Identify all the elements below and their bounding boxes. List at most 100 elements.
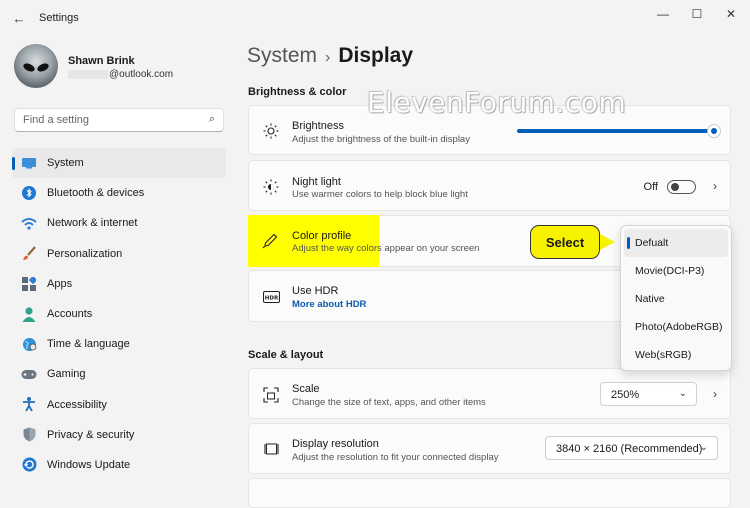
breadcrumb-parent-link[interactable]: System — [247, 44, 317, 67]
sidebar-item-gaming[interactable]: Gaming — [12, 359, 226, 389]
search-input[interactable]: Find a setting ⌕ — [14, 108, 224, 132]
close-icon: ✕ — [725, 7, 737, 21]
color-profile-option[interactable]: Native — [624, 285, 728, 313]
sidebar-item-accessibility[interactable]: Accessibility — [12, 390, 226, 420]
profile-email-row: @outlook.com — [68, 69, 173, 80]
app-title: Settings — [39, 12, 79, 24]
sidebar-item-personalization[interactable]: Personalization — [12, 239, 226, 269]
wifi-icon — [21, 215, 37, 231]
avatar-eye — [22, 61, 36, 74]
color-profile-option[interactable]: Defualt — [624, 229, 728, 257]
resolution-subtitle: Adjust the resolution to fit your connec… — [292, 452, 499, 463]
night-light-toggle[interactable] — [667, 180, 696, 194]
section-title-brightness-color: Brightness & color — [248, 86, 347, 98]
sidebar-item-label: Network & internet — [47, 217, 138, 230]
sidebar-item-system[interactable]: System — [12, 148, 226, 179]
sidebar-item-accounts[interactable]: Accounts — [12, 299, 226, 329]
sidebar-item-label: Windows Update — [47, 458, 131, 471]
sidebar-item-label: Privacy & security — [47, 428, 135, 441]
resolution-icon — [261, 439, 281, 459]
callout-pointer — [598, 233, 615, 251]
resolution-dropdown-value: 3840 × 2160 (Recommended) — [556, 443, 703, 455]
color-profile-option[interactable]: Web(sRGB) — [624, 341, 728, 369]
apps-icon — [21, 276, 37, 292]
brush-icon — [21, 246, 37, 262]
sidebar-item-network[interactable]: Network & internet — [12, 208, 226, 238]
breadcrumb: System › Display — [247, 44, 413, 68]
globe-icon — [21, 336, 37, 352]
night-light-toggle-label: Off — [643, 181, 658, 193]
section-title-scale-layout: Scale & layout — [248, 349, 324, 361]
maximize-icon: ☐ — [691, 7, 703, 21]
sidebar-item-time-language[interactable]: Time & language — [12, 329, 226, 359]
next-setting-card — [248, 478, 731, 508]
page-title: Display — [338, 44, 414, 67]
watermark: ElevenForum.com — [367, 86, 627, 119]
search-placeholder: Find a setting — [23, 114, 90, 126]
chevron-down-icon: ⌄ — [678, 388, 687, 399]
maximize-button[interactable]: ☐ — [680, 4, 714, 24]
breadcrumb-separator: › — [325, 49, 331, 66]
scale-subtitle: Change the size of text, apps, and other… — [292, 397, 486, 408]
bluetooth-icon — [21, 185, 37, 201]
select-callout: Select — [530, 225, 600, 259]
sidebar-item-label: Accessibility — [47, 398, 107, 411]
sidebar-item-label: System — [47, 157, 84, 170]
sidebar-item-label: Accounts — [47, 308, 93, 321]
close-button[interactable]: ✕ — [714, 4, 748, 24]
sidebar-item-label: Apps — [47, 277, 73, 290]
scale-dropdown-value: 250% — [611, 389, 640, 401]
sidebar-item-label: Gaming — [47, 368, 86, 381]
brightness-title: Brightness — [292, 120, 344, 132]
resolution-dropdown[interactable]: 3840 × 2160 (Recommended) ⌄ — [545, 436, 718, 460]
brightness-slider-thumb[interactable] — [707, 124, 721, 138]
update-icon — [21, 457, 37, 473]
hdr-icon: HDR — [261, 287, 281, 307]
scale-dropdown[interactable]: 250% ⌄ — [600, 382, 697, 406]
svg-text:HDR: HDR — [264, 296, 278, 302]
sidebar-item-bluetooth[interactable]: Bluetooth & devices — [12, 178, 226, 208]
hdr-title: Use HDR — [292, 285, 339, 297]
chevron-right-icon[interactable]: › — [713, 179, 717, 193]
display-resolution-card: Display resolution Adjust the resolution… — [248, 423, 731, 474]
color-profile-option[interactable]: Movie(DCI-P3) — [624, 257, 728, 285]
profile-email: @outlook.com — [109, 69, 174, 80]
sidebar-item-windows-update[interactable]: Windows Update — [12, 450, 226, 480]
shield-icon — [21, 427, 37, 443]
color-profile-options-popup: Defualt Movie(DCI-P3) Native Photo(Adobe… — [620, 225, 732, 371]
back-arrow-icon: ← — [12, 10, 26, 26]
back-button[interactable]: ← — [9, 8, 29, 28]
brightness-slider-track[interactable] — [517, 129, 713, 133]
brightness-subtitle: Adjust the brightness of the built-in di… — [292, 134, 470, 145]
night-light-icon — [261, 177, 281, 197]
sidebar-nav: System Bluetooth & devices Network & int… — [12, 148, 226, 480]
sidebar-item-privacy-security[interactable]: Privacy & security — [12, 420, 226, 450]
resolution-title: Display resolution — [292, 438, 379, 450]
minimize-icon: — — [657, 7, 669, 21]
sidebar-item-apps[interactable]: Apps — [12, 269, 226, 299]
redacted-block — [68, 69, 108, 79]
title-bar: ← Settings — ☐ ✕ — [0, 0, 750, 34]
minimize-button[interactable]: — — [646, 4, 680, 24]
more-about-hdr-link[interactable]: More about HDR — [292, 299, 366, 310]
pen-icon — [260, 231, 280, 251]
system-icon — [21, 155, 37, 171]
scale-icon — [261, 385, 281, 405]
profile-name: Shawn Brink — [68, 55, 135, 67]
avatar-eye — [36, 61, 50, 74]
scale-title: Scale — [292, 383, 320, 395]
color-profile-option[interactable]: Photo(AdobeRGB) — [624, 313, 728, 341]
search-icon: ⌕ — [208, 113, 215, 125]
sidebar-item-label: Bluetooth & devices — [47, 187, 145, 200]
scale-card[interactable]: Scale Change the size of text, apps, and… — [248, 368, 731, 419]
night-light-title: Night light — [292, 176, 341, 188]
accessibility-icon — [21, 397, 37, 413]
night-light-subtitle: Use warmer colors to help block blue lig… — [292, 189, 468, 200]
chevron-right-icon[interactable]: › — [713, 387, 717, 401]
gamepad-icon — [21, 366, 37, 382]
sidebar-item-label: Personalization — [47, 247, 123, 260]
person-icon — [21, 306, 37, 322]
night-light-card[interactable]: Night light Use warmer colors to help bl… — [248, 160, 731, 211]
color-profile-title: Color profile — [292, 230, 352, 242]
avatar[interactable] — [14, 44, 58, 88]
